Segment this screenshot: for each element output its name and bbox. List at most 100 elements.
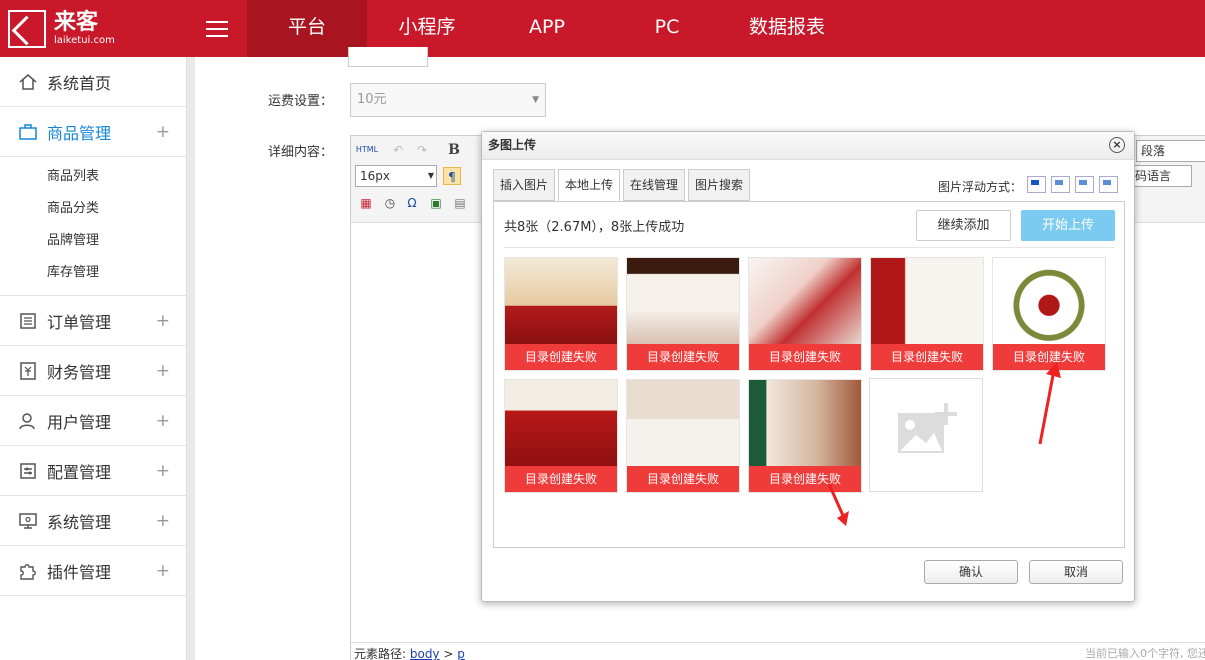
upload-error-label: 目录创建失败 <box>627 466 739 492</box>
path-body-link[interactable]: body <box>410 647 440 660</box>
submenu-brand[interactable]: 品牌管理 <box>0 225 186 257</box>
nav-app[interactable]: APP <box>487 0 607 57</box>
nav-reports[interactable]: 数据报表 <box>727 0 847 57</box>
editor-status-bar: 元素路径: body > p 当前已输入0个字符, 您还 <box>351 642 1205 660</box>
redo-icon[interactable]: ↷ <box>413 141 431 159</box>
insert-image-icon[interactable]: ▣ <box>427 194 445 212</box>
upload-error-label: 目录创建失败 <box>505 344 617 370</box>
thumbnail-image <box>749 380 861 466</box>
sidebar-item-config[interactable]: 配置管理 + <box>0 446 186 496</box>
dialog-tabs: 插入图片 本地上传 在线管理 图片搜索 <box>493 169 753 201</box>
image-thumbnail[interactable]: 目录创建失败 <box>870 257 984 371</box>
paragraph-select[interactable]: 段落 <box>1136 140 1205 162</box>
divider <box>504 247 1114 248</box>
image-thumbnail[interactable]: 目录创建失败 <box>504 379 618 493</box>
chevron-down-icon: ▼ <box>532 95 539 105</box>
thumbnail-image <box>749 258 861 344</box>
sidebar-item-label: 财务管理 <box>47 362 112 382</box>
sidebar-item-goods[interactable]: 商品管理 + <box>0 107 186 157</box>
calendar-icon[interactable]: ▦ <box>357 194 375 212</box>
sidebar: 系统首页 商品管理 + 商品列表 商品分类 品牌管理 库存管理 订单管理 + 财… <box>0 57 187 660</box>
bold-icon[interactable]: B <box>445 141 463 159</box>
clock-icon[interactable]: ◷ <box>381 194 399 212</box>
sidebar-item-plugins[interactable]: 插件管理 + <box>0 546 186 596</box>
dialog-header: 多图上传 × <box>482 132 1134 160</box>
cancel-button[interactable]: 取消 <box>1029 560 1123 584</box>
previous-field[interactable] <box>348 47 428 67</box>
top-bar: 来客 laiketui.com 平台 小程序 APP PC 数据报表 <box>0 0 1205 57</box>
sidebar-item-orders[interactable]: 订单管理 + <box>0 296 186 346</box>
image-thumbnail[interactable]: 目录创建失败 <box>504 257 618 371</box>
tab-online-manage[interactable]: 在线管理 <box>623 169 686 201</box>
tab-insert-image[interactable]: 插入图片 <box>493 169 556 201</box>
expand-icon[interactable]: + <box>156 511 170 531</box>
sidebar-item-label: 订单管理 <box>47 312 112 332</box>
paragraph-direction-icon[interactable]: ¶ <box>443 167 461 185</box>
sidebar-item-home[interactable]: 系统首页 <box>0 57 186 107</box>
insert-frame-icon[interactable]: ▤ <box>451 194 469 212</box>
expand-icon[interactable]: + <box>156 561 170 581</box>
undo-icon[interactable]: ↶ <box>389 141 407 159</box>
annotation-arrow-icon <box>1038 362 1061 445</box>
upload-error-label: 目录创建失败 <box>749 344 861 370</box>
tab-local-upload[interactable]: 本地上传 <box>558 169 621 201</box>
upload-error-label: 目录创建失败 <box>627 344 739 370</box>
sidebar-item-system[interactable]: 系统管理 + <box>0 496 186 546</box>
expand-icon[interactable]: + <box>156 461 170 481</box>
font-size-select[interactable]: 16px ▼ <box>355 165 437 187</box>
tab-image-search[interactable]: 图片搜索 <box>688 169 751 201</box>
expand-icon[interactable]: + <box>156 122 170 142</box>
float-none-icon[interactable] <box>1027 176 1046 193</box>
image-thumbnail[interactable]: 目录创建失败 <box>992 257 1106 371</box>
image-thumbnail[interactable]: 目录创建失败 <box>748 257 862 371</box>
list-icon <box>20 312 36 329</box>
image-thumbnail[interactable]: 目录创建失败 <box>626 257 740 371</box>
shipping-select[interactable]: 10元 ▼ <box>350 83 546 117</box>
element-path-label: 元素路径: <box>354 647 410 660</box>
puzzle-icon <box>20 563 36 580</box>
image-thumbnail[interactable]: 目录创建失败 <box>748 379 862 493</box>
sidebar-item-label: 用户管理 <box>47 412 112 432</box>
nav-pc[interactable]: PC <box>607 0 727 57</box>
shipping-value: 10元 <box>357 92 387 107</box>
float-center-icon[interactable] <box>1099 176 1118 193</box>
brand-domain: laiketui.com <box>54 34 115 46</box>
close-icon[interactable]: × <box>1109 137 1125 153</box>
brand-name: 来客 <box>54 9 99 35</box>
sidebar-item-finance[interactable]: 财务管理 + <box>0 346 186 396</box>
brand-logo[interactable]: 来客 laiketui.com <box>0 0 187 57</box>
font-size-value: 16px <box>360 169 390 183</box>
top-nav: 平台 小程序 APP PC 数据报表 <box>247 0 847 57</box>
expand-icon[interactable]: + <box>156 311 170 331</box>
thumbnail-image <box>627 380 739 466</box>
shipping-label: 运费设置： <box>268 94 334 109</box>
sidebar-item-label: 插件管理 <box>47 562 112 582</box>
expand-icon[interactable]: + <box>156 411 170 431</box>
sidebar-item-label: 系统首页 <box>47 73 112 93</box>
add-image-placeholder[interactable] <box>869 378 983 492</box>
float-left-icon[interactable] <box>1051 176 1070 193</box>
upload-error-label: 目录创建失败 <box>871 344 983 370</box>
continue-add-button[interactable]: 继续添加 <box>916 210 1011 241</box>
image-thumbnail[interactable]: 目录创建失败 <box>626 379 740 493</box>
char-count: 当前已输入0个字符, 您还 <box>1085 647 1205 660</box>
expand-icon[interactable]: + <box>156 361 170 381</box>
upload-summary: 共8张（2.67M），8张上传成功 <box>504 220 685 235</box>
omega-icon[interactable]: Ω <box>403 194 421 212</box>
submenu-goods-category[interactable]: 商品分类 <box>0 193 186 225</box>
code-language-select[interactable]: 码语言 <box>1130 165 1192 187</box>
dialog-title: 多图上传 <box>488 138 537 152</box>
html-source-button[interactable]: HTML <box>355 141 379 159</box>
thumbnail-image <box>627 258 739 344</box>
submenu-goods-list[interactable]: 商品列表 <box>0 161 186 193</box>
float-right-icon[interactable] <box>1075 176 1094 193</box>
confirm-button[interactable]: 确认 <box>924 560 1018 584</box>
sidebar-item-users[interactable]: 用户管理 + <box>0 396 186 446</box>
finance-icon <box>20 361 36 380</box>
start-upload-button[interactable]: 开始上传 <box>1021 210 1115 241</box>
sidebar-item-label: 系统管理 <box>47 512 112 532</box>
upload-error-label: 目录创建失败 <box>505 466 617 492</box>
menu-toggle-icon[interactable] <box>187 0 247 57</box>
submenu-inventory[interactable]: 库存管理 <box>0 257 186 289</box>
path-p-link[interactable]: p <box>457 647 465 660</box>
